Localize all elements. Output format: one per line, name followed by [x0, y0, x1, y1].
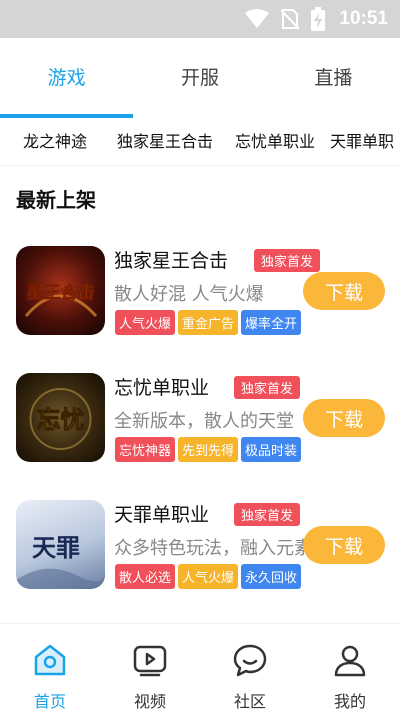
wifi-icon [245, 9, 270, 28]
tab-live[interactable]: 直播 [267, 38, 400, 118]
tag: 爆率全开 [241, 310, 302, 335]
no-sim-icon [281, 9, 300, 30]
game-art: 天罪 [16, 533, 105, 589]
tag: 永久回收 [241, 564, 302, 589]
game-subtabs: 龙之神途 独家星王合击 忘忧单职业 天罪单职 [0, 118, 400, 166]
exclusive-badge: 独家首发 [234, 503, 301, 526]
tag: 忘忧神器 [115, 437, 176, 462]
active-tab-indicator [0, 114, 133, 118]
subtab-item[interactable]: 独家星王合击 [110, 132, 220, 152]
chat-icon [233, 644, 267, 677]
tab-server-open[interactable]: 开服 [133, 38, 266, 118]
nav-item-profile[interactable]: 我的 [300, 624, 400, 720]
subtab-item[interactable]: 龙之神途 [0, 132, 110, 152]
game-name: 天罪单职业 [114, 504, 210, 526]
tag-row: 忘忧神器 先到先得 极品时装 [115, 437, 302, 462]
download-button[interactable]: 下载 [303, 272, 385, 310]
tag: 重金广告 [178, 310, 239, 335]
game-thumbnail[interactable]: 星王合击 [16, 246, 105, 335]
download-button[interactable]: 下载 [303, 526, 385, 564]
user-icon [334, 645, 366, 677]
game-thumbnail[interactable]: 忘忧 [16, 373, 105, 462]
subtab-item[interactable]: 天罪单职 [330, 132, 400, 152]
tag: 人气火爆 [115, 310, 176, 335]
nav-label: 视频 [133, 692, 166, 711]
game-name: 独家星王合击 [114, 250, 229, 272]
top-tabs: 游戏 开服 直播 [0, 38, 400, 118]
tag: 极品时装 [241, 437, 302, 462]
tag: 散人必选 [115, 564, 176, 589]
status-bar: 10:51 [0, 0, 400, 38]
exclusive-badge: 独家首发 [234, 376, 301, 399]
nav-label: 我的 [333, 692, 366, 711]
thumb-title: 天罪 [32, 533, 80, 562]
nav-item-home[interactable]: 首页 [0, 624, 100, 720]
nav-item-community[interactable]: 社区 [200, 624, 300, 720]
bottom-nav: 首页 视频 社区 我的 [0, 624, 400, 720]
section-title: 最新上架 [16, 188, 96, 212]
tag-row: 人气火爆 重金广告 爆率全开 [115, 310, 302, 335]
subtab-item[interactable]: 忘忧单职业 [220, 132, 330, 152]
game-art: 忘忧 [29, 388, 92, 450]
game-list-item[interactable]: 星王合击 独家星王合击 独家首发 散人好混 人气火爆 人气火爆 重金广告 爆率全… [0, 232, 400, 359]
tag-row: 散人必选 人气火爆 永久回收 [115, 564, 302, 589]
game-thumbnail[interactable]: 天罪 [16, 500, 105, 589]
exclusive-badge: 独家首发 [254, 249, 321, 272]
nav-item-video[interactable]: 视频 [100, 624, 200, 720]
thumb-title: 星王合击 [27, 282, 95, 303]
video-icon [133, 645, 167, 677]
game-list-item[interactable]: 天罪 天罪单职业 独家首发 众多特色玩法，融入元素元 散人必选 人气火爆 永久回… [0, 486, 400, 613]
status-time: 10:51 [339, 8, 388, 29]
game-art: 星王合击 [24, 282, 98, 318]
battery-charging-icon [311, 7, 326, 31]
nav-label: 社区 [233, 692, 266, 711]
tab-games[interactable]: 游戏 [0, 38, 133, 118]
tag: 先到先得 [178, 437, 239, 462]
thumb-title: 忘忧 [37, 405, 85, 434]
game-list-item[interactable]: 忘忧 忘忧单职业 独家首发 全新版本，散人的天堂 忘忧神器 先到先得 极品时装 … [0, 359, 400, 486]
nav-label: 首页 [33, 692, 66, 711]
game-name: 忘忧单职业 [114, 377, 210, 399]
tag: 人气火爆 [178, 564, 239, 589]
download-button[interactable]: 下载 [303, 399, 385, 437]
home-icon [34, 644, 66, 676]
